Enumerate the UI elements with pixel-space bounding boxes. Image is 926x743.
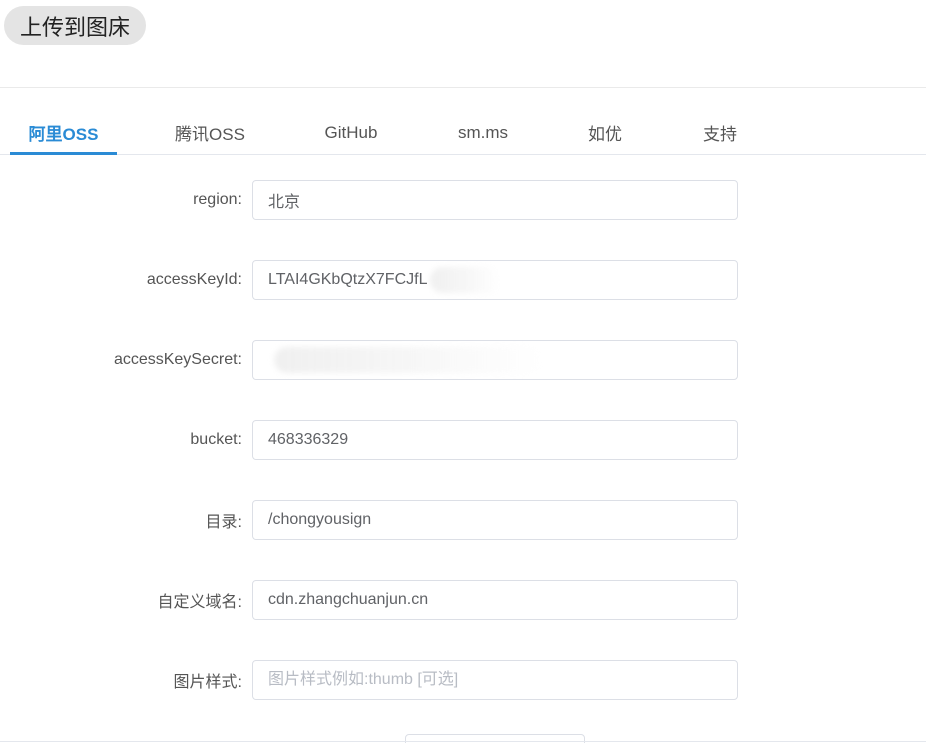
directory-input[interactable] — [252, 500, 738, 540]
upload-to-image-host-button[interactable]: 上传到图床 — [4, 6, 146, 45]
tab-tencent-oss[interactable]: 腾讯OSS — [160, 110, 260, 155]
custom-domain-label: 自定义域名: — [157, 594, 242, 611]
form-row-access-key-secret: accessKeySecret: — [0, 340, 926, 380]
form-row-directory: 目录: — [0, 500, 926, 540]
bottom-divider — [0, 741, 926, 742]
divider — [0, 87, 926, 88]
bucket-input[interactable] — [252, 420, 738, 460]
tab-ruyou[interactable]: 如优 — [570, 110, 640, 155]
access-key-secret-label: accessKeySecret: — [113, 351, 242, 368]
tab-smms[interactable]: sm.ms — [438, 110, 528, 155]
custom-domain-input[interactable] — [252, 580, 738, 620]
tab-support[interactable]: 支持 — [684, 110, 756, 155]
image-style-input[interactable] — [252, 660, 738, 700]
storage-provider-tabs: 阿里OSS 腾讯OSS GitHub sm.ms 如优 支持 — [0, 110, 926, 155]
access-key-secret-input[interactable] — [252, 340, 738, 380]
form-row-custom-domain: 自定义域名: — [0, 580, 926, 620]
form-row-image-style: 图片样式: — [0, 660, 926, 700]
directory-label: 目录: — [205, 514, 242, 531]
tab-github[interactable]: GitHub — [300, 110, 402, 155]
form-row-region: region: — [0, 180, 926, 220]
tab-aliyun-oss[interactable]: 阿里OSS — [10, 110, 117, 155]
active-tab-indicator — [10, 152, 117, 155]
form-row-access-key-id: accessKeyId: — [0, 260, 926, 300]
access-key-id-input[interactable] — [252, 260, 738, 300]
page: 上传到图床 阿里OSS 腾讯OSS GitHub sm.ms 如优 支持 reg… — [0, 0, 926, 743]
region-input[interactable] — [252, 180, 738, 220]
image-style-label: 图片样式: — [173, 674, 242, 691]
region-label: region: — [193, 191, 242, 208]
form-row-bucket: bucket: — [0, 420, 926, 460]
access-key-id-label: accessKeyId: — [146, 271, 242, 288]
bucket-label: bucket: — [190, 431, 242, 448]
